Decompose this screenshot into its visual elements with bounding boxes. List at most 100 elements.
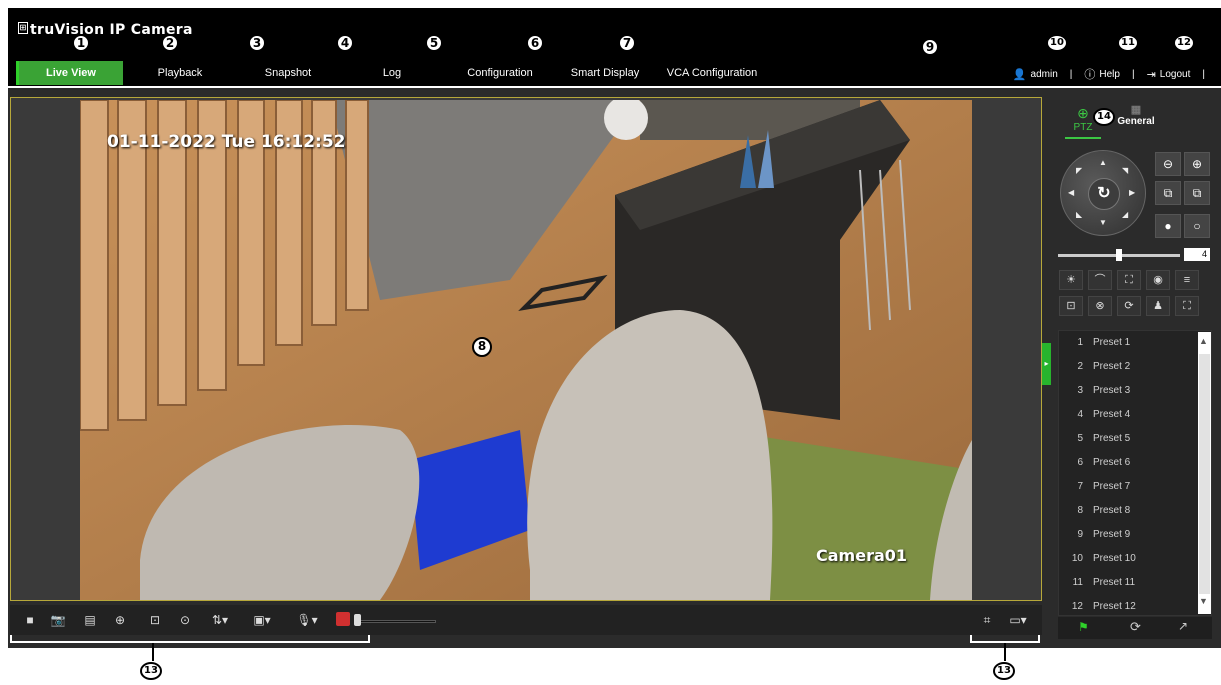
stop-icon[interactable]: ■ [20, 611, 40, 629]
focus-near-icon[interactable]: ⧉ [1155, 181, 1181, 205]
preset-number: 8 [1077, 505, 1083, 516]
list-item[interactable]: 7 Preset 7 [1059, 475, 1199, 499]
help-link[interactable]: Help [1099, 69, 1120, 80]
callout-6: 6 [526, 34, 544, 52]
preset-number: 4 [1077, 409, 1083, 420]
preset-number: 11 [1072, 577, 1083, 588]
arrow-up-left-icon[interactable]: ◤ [1076, 166, 1082, 175]
preset-number: 7 [1077, 481, 1083, 492]
volume-slider[interactable] [358, 620, 436, 623]
callout-12: 12 [1173, 34, 1195, 52]
preset-name: Preset 11 [1093, 577, 1136, 588]
logout-icon: ⇥ [1146, 68, 1156, 81]
preset-scrollbar-thumb[interactable] [1199, 354, 1210, 594]
preset-list: 1 Preset 1 2 Preset 2 3 Preset 3 4 Preset 4 … [1058, 330, 1212, 616]
preset-number: 6 [1077, 457, 1083, 468]
zoom-in-icon[interactable]: ⊖ [1155, 152, 1181, 176]
preset-flag-icon[interactable]: ⚑ [1078, 620, 1089, 634]
callout-bracket-left [10, 635, 370, 643]
scroll-up-icon[interactable]: ▲ [1199, 336, 1208, 346]
app-root: ⊞ truVision IP Camera 1 2 3 4 5 6 7 9 10 … [0, 0, 1221, 685]
tab-vca-configuration[interactable]: VCA Configuration [660, 61, 764, 85]
callout-3: 3 [248, 34, 266, 52]
list-item[interactable]: 3 Preset 3 [1059, 379, 1199, 403]
arrow-right-icon[interactable]: ▶ [1129, 188, 1135, 197]
zoom-out-icon[interactable]: ⊕ [1184, 152, 1210, 176]
logout-link[interactable]: Logout [1160, 69, 1191, 80]
tab-general[interactable]: ▦ General [1115, 103, 1157, 135]
callout-14: 14 [1093, 108, 1115, 126]
iris-close-icon[interactable]: ○ [1184, 214, 1210, 238]
username-link[interactable]: admin [1031, 69, 1058, 80]
menu-icon[interactable]: ≡ [1175, 270, 1199, 290]
callout-bracket-right [970, 635, 1040, 643]
callout-2: 2 [161, 34, 179, 52]
list-item[interactable]: 6 Preset 6 [1059, 451, 1199, 475]
manual-tracking-icon[interactable]: ⊡ [1059, 296, 1083, 316]
tab-log[interactable]: Log [352, 61, 432, 85]
list-item[interactable]: 8 Preset 8 [1059, 499, 1199, 523]
focus-icon[interactable]: ⊙ [175, 611, 195, 629]
separator: | [1069, 68, 1073, 80]
tab-smart-display[interactable]: Smart Display [560, 61, 650, 85]
crop-icon[interactable]: ⌗ [977, 611, 997, 629]
arrow-up-right-icon[interactable]: ◥ [1122, 166, 1128, 175]
list-item[interactable]: 5 Preset 5 [1059, 427, 1199, 451]
refresh-icon[interactable]: ⟳ [1117, 296, 1141, 316]
light-icon[interactable]: ☀ [1059, 270, 1083, 290]
wiper-icon[interactable]: ⌒ [1088, 270, 1112, 290]
preset-name: Preset 5 [1093, 433, 1131, 444]
scroll-down-icon[interactable]: ▼ [1199, 596, 1208, 606]
callout-13-left: 13 [140, 662, 162, 680]
microphone-icon[interactable]: 🎙▾ [292, 611, 322, 629]
person-icon[interactable]: ♟ [1146, 296, 1170, 316]
ptz-speed-value: 4 [1184, 248, 1210, 261]
record-icon[interactable]: ▤ [80, 611, 100, 629]
fullscreen-icon[interactable]: ⛶ [1175, 296, 1199, 316]
preset-name: Preset 7 [1093, 481, 1131, 492]
list-item[interactable]: 10 Preset 10 [1059, 547, 1199, 571]
list-item[interactable]: 12 Preset 12 [1059, 595, 1199, 615]
help-icon: ⓘ [1084, 69, 1096, 81]
auto-focus-icon[interactable]: ⛶ [1117, 270, 1141, 290]
live-video[interactable] [80, 100, 972, 600]
snapshot-icon[interactable]: 📷 [48, 611, 68, 629]
callout-1: 1 [72, 34, 90, 52]
list-item[interactable]: 1 Preset 1 [1059, 331, 1199, 355]
tab-configuration[interactable]: Configuration [450, 61, 550, 85]
pattern-icon[interactable]: ↗ [1178, 619, 1188, 633]
arrow-down-icon[interactable]: ▼ [1099, 218, 1107, 227]
stream-select-icon[interactable]: ⇅▾ [205, 611, 235, 629]
patrol-icon[interactable]: ⟳ [1130, 619, 1141, 635]
auto-scan-icon[interactable]: ↻ [1088, 178, 1120, 210]
volume-icon[interactable] [336, 612, 350, 626]
panel-toggle-button[interactable]: ▸ [1042, 343, 1051, 385]
lens-init-icon[interactable]: ◉ [1146, 270, 1170, 290]
arrow-up-icon[interactable]: ▲ [1099, 158, 1107, 167]
3d-position-icon[interactable]: ⊡ [145, 611, 165, 629]
focus-far-icon[interactable]: ⧉ [1184, 181, 1210, 205]
callout-9: 9 [921, 38, 939, 56]
volume-slider-thumb[interactable] [354, 614, 361, 626]
3d-zoom-icon[interactable]: ⊗ [1088, 296, 1112, 316]
arrow-down-left-icon[interactable]: ◣ [1076, 210, 1082, 219]
arrow-down-right-icon[interactable]: ◢ [1122, 210, 1128, 219]
callout-4: 4 [336, 34, 354, 52]
tab-live-view[interactable]: Live View [16, 61, 123, 85]
tab-playback[interactable]: Playback [140, 61, 220, 85]
play-mode-icon[interactable]: ▣▾ [247, 611, 277, 629]
callout-line-left [152, 643, 154, 661]
list-item[interactable]: 9 Preset 9 [1059, 523, 1199, 547]
iris-open-icon[interactable]: ● [1155, 214, 1181, 238]
digital-zoom-icon[interactable]: ⊕ [110, 611, 130, 629]
preset-number: 9 [1077, 529, 1083, 540]
arrow-left-icon[interactable]: ◀ [1068, 188, 1074, 197]
callout-8: 8 [472, 337, 492, 357]
tab-snapshot[interactable]: Snapshot [248, 61, 328, 85]
list-item[interactable]: 2 Preset 2 [1059, 355, 1199, 379]
window-size-icon[interactable]: ▭▾ [1003, 611, 1033, 629]
preset-number: 5 [1077, 433, 1083, 444]
ptz-speed-thumb[interactable] [1116, 249, 1122, 261]
list-item[interactable]: 11 Preset 11 [1059, 571, 1199, 595]
list-item[interactable]: 4 Preset 4 [1059, 403, 1199, 427]
